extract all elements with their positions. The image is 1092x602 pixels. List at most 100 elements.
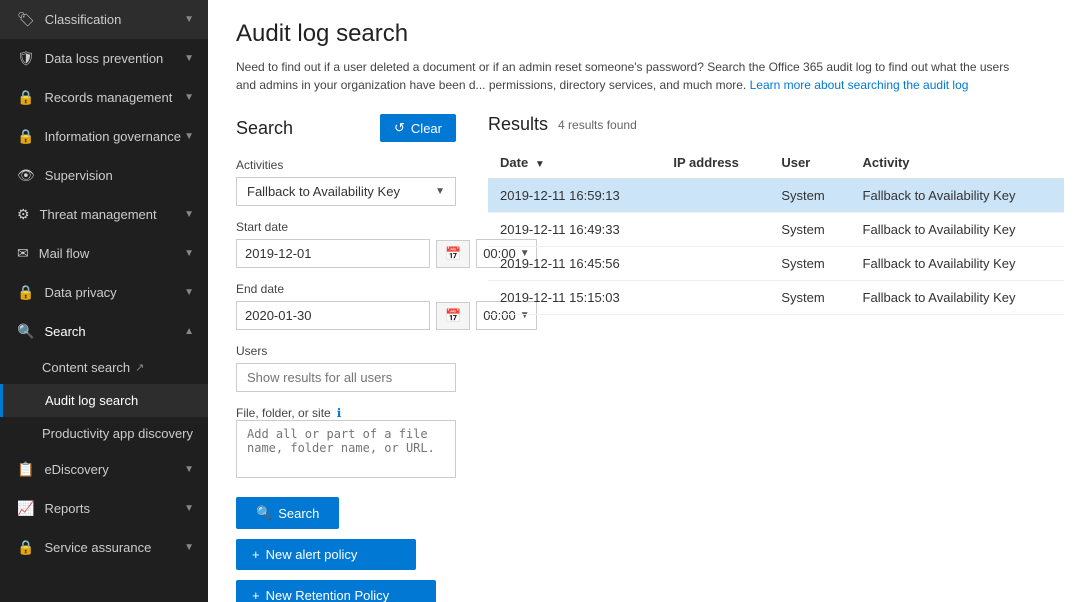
page-title: Audit log search (236, 20, 1064, 48)
start-date-input[interactable] (236, 239, 430, 268)
search-panel-title: Search (236, 118, 293, 139)
plus-icon-alert: + (252, 547, 260, 562)
table-row[interactable]: 2019-12-11 16:59:13 System Fallback to A… (488, 179, 1064, 213)
cell-ip (661, 247, 769, 281)
sidebar-item-search[interactable]: 🔍 Search (0, 312, 208, 351)
col-ip: IP address (661, 147, 769, 179)
cell-user[interactable]: System (769, 179, 850, 213)
search-icon: 🔍 (17, 323, 34, 340)
sidebar-item-service-assurance[interactable]: 🔒 Service assurance (0, 528, 208, 567)
sidebar-sub-item-audit-log-search[interactable]: Audit log search (0, 384, 208, 417)
col-user: User (769, 147, 850, 179)
results-table-body: 2019-12-11 16:59:13 System Fallback to A… (488, 179, 1064, 315)
activities-label: Activities (236, 158, 456, 172)
external-link-icon: ↗ (135, 361, 144, 374)
chevron-down-icon (184, 503, 194, 514)
sidebar-item-label: Classification (45, 12, 122, 27)
sidebar-item-records-management[interactable]: 🔒 Records management (0, 78, 208, 117)
activities-group: Activities Fallback to Availability Key … (236, 158, 456, 206)
results-table-header: Date ▼ IP address User Activity (488, 147, 1064, 179)
cell-user[interactable]: System (769, 213, 850, 247)
file-label-row: File, folder, or site ℹ (236, 406, 456, 420)
end-date-calendar-button[interactable]: 📅 (436, 302, 470, 330)
sidebar-item-classification[interactable]: 🏷 Classification (0, 0, 208, 39)
refresh-icon: ↺ (394, 120, 405, 136)
users-group: Users (236, 344, 456, 392)
page-description: Need to find out if a user deleted a doc… (236, 58, 1016, 94)
sidebar-item-label: eDiscovery (44, 462, 108, 477)
end-date-group: End date 📅 00:00 ▼ (236, 282, 456, 330)
sort-arrow-icon: ▼ (535, 159, 545, 170)
chevron-down-icon (184, 542, 194, 553)
table-row[interactable]: 2019-12-11 16:45:56 System Fallback to A… (488, 247, 1064, 281)
info-icon[interactable]: ℹ (337, 406, 342, 420)
end-date-input[interactable] (236, 301, 430, 330)
users-label: Users (236, 344, 456, 358)
records-icon: 🔒 (17, 89, 34, 106)
results-table: Date ▼ IP address User Activity (488, 147, 1064, 315)
sidebar-item-data-privacy[interactable]: 🔒 Data privacy (0, 273, 208, 312)
sidebar-item-label: Search (44, 324, 85, 339)
start-date-label: Start date (236, 220, 456, 234)
new-retention-policy-button[interactable]: + New Retention Policy (236, 580, 436, 602)
service-assurance-icon: 🔒 (17, 539, 34, 556)
start-date-calendar-button[interactable]: 📅 (436, 240, 470, 268)
privacy-icon: 🔒 (17, 284, 34, 301)
chevron-down-icon (184, 248, 194, 259)
cell-date: 2019-12-11 15:15:03 (488, 281, 661, 315)
sidebar-item-label: Supervision (45, 168, 113, 183)
sidebar-item-information-governance[interactable]: 🔒 Information governance (0, 117, 208, 156)
sidebar-item-label: Threat management (40, 207, 157, 222)
sidebar-item-mail-flow[interactable]: ✉ Mail flow (0, 234, 208, 273)
cell-activity: Fallback to Availability Key (851, 179, 1064, 213)
chevron-down-icon (184, 209, 194, 220)
search-panel-header: Search ↺ Clear (236, 114, 456, 142)
content-layout: Search ↺ Clear Activities Fallback to Av… (236, 114, 1064, 602)
search-button-icon: 🔍 (256, 505, 272, 521)
users-input[interactable] (236, 363, 456, 392)
cell-user[interactable]: System (769, 247, 850, 281)
sidebar-sub-item-content-search[interactable]: Content search ↗ (0, 351, 208, 384)
reports-icon: 📈 (17, 500, 34, 517)
col-date[interactable]: Date ▼ (488, 147, 661, 179)
sidebar-item-label: Reports (44, 501, 90, 516)
cell-activity: Fallback to Availability Key (851, 247, 1064, 281)
learn-more-link[interactable]: Learn more about searching the audit log (750, 78, 969, 92)
cell-user[interactable]: System (769, 281, 850, 315)
table-row[interactable]: 2019-12-11 15:15:03 System Fallback to A… (488, 281, 1064, 315)
cell-ip (661, 179, 769, 213)
file-group: File, folder, or site ℹ (236, 406, 456, 481)
threat-icon: ⚙ (17, 206, 30, 223)
activities-value: Fallback to Availability Key (247, 184, 400, 199)
chevron-down-icon (184, 53, 194, 64)
table-row[interactable]: 2019-12-11 16:49:33 System Fallback to A… (488, 213, 1064, 247)
sidebar-item-label: Service assurance (44, 540, 151, 555)
sidebar-sub-item-productivity-app-discovery[interactable]: Productivity app discovery (0, 417, 208, 450)
sidebar-item-ediscovery[interactable]: 📋 eDiscovery (0, 450, 208, 489)
file-label: File, folder, or site (236, 406, 331, 420)
new-alert-policy-button[interactable]: + New alert policy (236, 539, 416, 570)
chevron-down-icon (184, 14, 194, 25)
classification-icon: 🏷 (17, 11, 35, 28)
cell-date: 2019-12-11 16:49:33 (488, 213, 661, 247)
start-date-group: Start date 📅 00:00 ▼ (236, 220, 456, 268)
end-date-row: 📅 00:00 ▼ (236, 301, 456, 330)
sidebar-item-data-loss-prevention[interactable]: 🛡 Data loss prevention (0, 39, 208, 78)
search-button[interactable]: 🔍 Search (236, 497, 339, 529)
cell-ip (661, 281, 769, 315)
main-content: Audit log search Need to find out if a u… (208, 0, 1092, 602)
sidebar-item-reports[interactable]: 📈 Reports (0, 489, 208, 528)
clear-button[interactable]: ↺ Clear (380, 114, 456, 142)
cell-date: 2019-12-11 16:45:56 (488, 247, 661, 281)
audit-log-search-label: Audit log search (45, 393, 138, 408)
chevron-down-icon (184, 464, 194, 475)
activities-select[interactable]: Fallback to Availability Key ▼ (236, 177, 456, 206)
sidebar-item-label: Mail flow (39, 246, 90, 261)
chevron-down-icon (184, 131, 194, 142)
sidebar-item-threat-management[interactable]: ⚙ Threat management (0, 195, 208, 234)
file-textarea[interactable] (236, 420, 456, 478)
activities-dropdown-icon: ▼ (435, 186, 445, 197)
cell-ip (661, 213, 769, 247)
sidebar: 🏷 Classification 🛡 Data loss prevention … (0, 0, 208, 602)
sidebar-item-supervision[interactable]: 👁 Supervision (0, 156, 208, 195)
